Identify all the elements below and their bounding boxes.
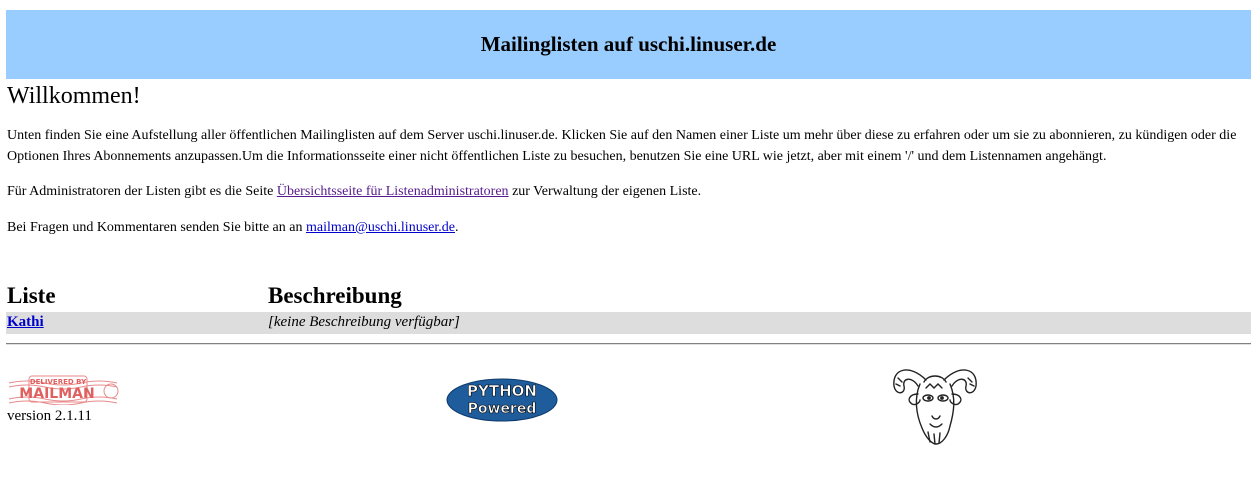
mailman-logo-main-text: MAILMAN — [19, 386, 94, 402]
admin-text-suffix: zur Verwaltung der eigenen Liste. — [508, 184, 702, 199]
welcome-heading: Willkommen! — [7, 83, 141, 109]
list-description: [keine Beschreibung verfügbar] — [268, 314, 460, 330]
intro-paragraph: Unten finden Sie eine Aufstellung aller … — [7, 128, 1237, 164]
contact-paragraph: Bei Fragen und Kommentaren senden Sie bi… — [7, 217, 458, 238]
page: Mailinglisten auf uschi.linuser.de Willk… — [0, 0, 1257, 488]
mailman-logo[interactable]: DELIVERED BY MAILMAN — [7, 373, 119, 410]
python-logo-bottom-text: Powered — [468, 401, 537, 417]
page-title: Mailinglisten auf uschi.linuser.de — [480, 32, 777, 56]
mailman-logo-top-text: DELIVERED BY — [30, 378, 87, 386]
admin-paragraph: Für Administratoren der Listen gibt es d… — [7, 181, 701, 202]
column-header-description: Beschreibung — [268, 283, 402, 308]
header-banner: Mailinglisten auf uschi.linuser.de — [6, 10, 1251, 79]
contact-text-prefix: Bei Fragen und Kommentaren senden Sie bi… — [7, 220, 306, 235]
admin-text-prefix: Für Administratoren der Listen gibt es d… — [7, 184, 277, 199]
table-row: Kathi [keine Beschreibung verfügbar] — [6, 312, 1251, 334]
python-powered-logo[interactable]: PYTHON Powered — [446, 378, 558, 427]
python-logo-top-text: PYTHON — [467, 382, 537, 400]
gnu-head-logo[interactable] — [888, 358, 982, 451]
list-name-link[interactable]: Kathi — [7, 314, 44, 331]
column-header-list: Liste — [7, 283, 56, 308]
contact-email-link[interactable]: mailman@uschi.linuser.de — [306, 220, 455, 235]
version-text: version 2.1.11 — [7, 408, 92, 424]
admin-overview-link[interactable]: Übersichtsseite für Listenadministratore… — [277, 184, 509, 199]
divider — [6, 343, 1251, 345]
contact-text-suffix: . — [454, 220, 459, 235]
